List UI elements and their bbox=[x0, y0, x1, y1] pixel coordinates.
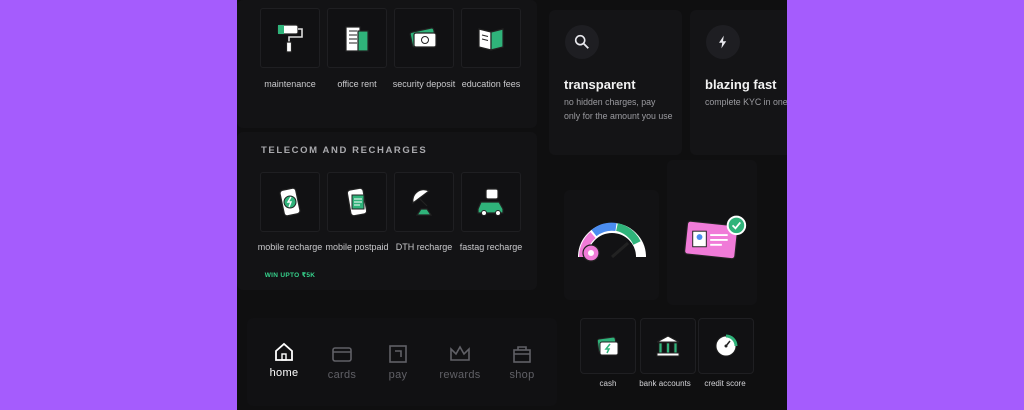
label-fastag-recharge: fastag recharge bbox=[459, 242, 523, 252]
pay-icon bbox=[389, 345, 407, 363]
office-building-icon bbox=[345, 26, 369, 52]
mobile-bill-icon bbox=[346, 187, 368, 217]
card-icon bbox=[332, 347, 352, 362]
nav-label-pay: pay bbox=[388, 369, 408, 381]
nav-shop[interactable]: shop bbox=[492, 343, 552, 381]
nav-home[interactable]: home bbox=[254, 341, 314, 379]
tile-mobile-postpaid[interactable] bbox=[327, 172, 387, 232]
fastag-car-icon bbox=[477, 188, 504, 216]
telecom-heading: TELECOM AND RECHARGES bbox=[261, 145, 428, 156]
nav-label-cards: cards bbox=[327, 369, 357, 381]
feature-desc-blazing-fast: complete KYC in one tap, no documents, m… bbox=[705, 97, 787, 107]
feature-title-blazing-fast: blazing fast bbox=[705, 77, 777, 92]
id-card-badge-icon bbox=[684, 215, 747, 260]
credit-gauge-icon bbox=[715, 334, 738, 357]
label-education-fees: education fees bbox=[461, 79, 521, 89]
tile-dth-recharge[interactable] bbox=[394, 172, 454, 232]
tile-mobile-recharge[interactable] bbox=[260, 172, 320, 232]
feature-title-transparent: transparent bbox=[564, 77, 636, 92]
satellite-dish-icon bbox=[412, 189, 433, 216]
home-icon bbox=[275, 342, 293, 361]
speedometer-icon bbox=[578, 222, 646, 262]
bank-icon bbox=[656, 335, 680, 357]
nav-label-home: home bbox=[269, 367, 299, 379]
feature-desc-transparent: no hidden charges, pay only for the amou… bbox=[564, 97, 673, 121]
nav-pay[interactable]: pay bbox=[368, 343, 428, 381]
nav-rewards[interactable]: rewards bbox=[430, 343, 490, 381]
lightning-icon bbox=[706, 25, 740, 59]
tile-security-deposit[interactable] bbox=[394, 8, 454, 68]
mobile-bolt-icon bbox=[279, 187, 301, 217]
shop-bag-icon bbox=[513, 346, 531, 363]
tile-education-fees[interactable] bbox=[461, 8, 521, 68]
paint-roller-icon bbox=[277, 24, 303, 53]
crown-icon bbox=[450, 345, 470, 361]
cash-bundle-icon bbox=[409, 27, 437, 48]
label-credit-score: credit score bbox=[704, 379, 746, 388]
tile-bank-accounts[interactable] bbox=[640, 318, 696, 374]
nav-cards[interactable]: cards bbox=[312, 343, 372, 381]
search-icon bbox=[565, 25, 599, 59]
tile-credit-score[interactable] bbox=[698, 318, 754, 374]
label-bank-accounts: bank accounts bbox=[639, 379, 691, 388]
tile-cash[interactable] bbox=[580, 318, 636, 374]
tile-maintenance[interactable] bbox=[260, 8, 320, 68]
nav-label-shop: shop bbox=[509, 369, 535, 381]
book-icon bbox=[478, 28, 504, 51]
tile-office-rent[interactable] bbox=[327, 8, 387, 68]
app-screen: maintenance office rent security deposit… bbox=[237, 0, 787, 410]
win-badge: WIN UPTO ₹5K bbox=[264, 272, 316, 279]
cash-bolt-icon bbox=[596, 336, 619, 356]
nav-label-rewards: rewards bbox=[439, 369, 481, 381]
tile-fastag-recharge[interactable] bbox=[461, 172, 521, 232]
